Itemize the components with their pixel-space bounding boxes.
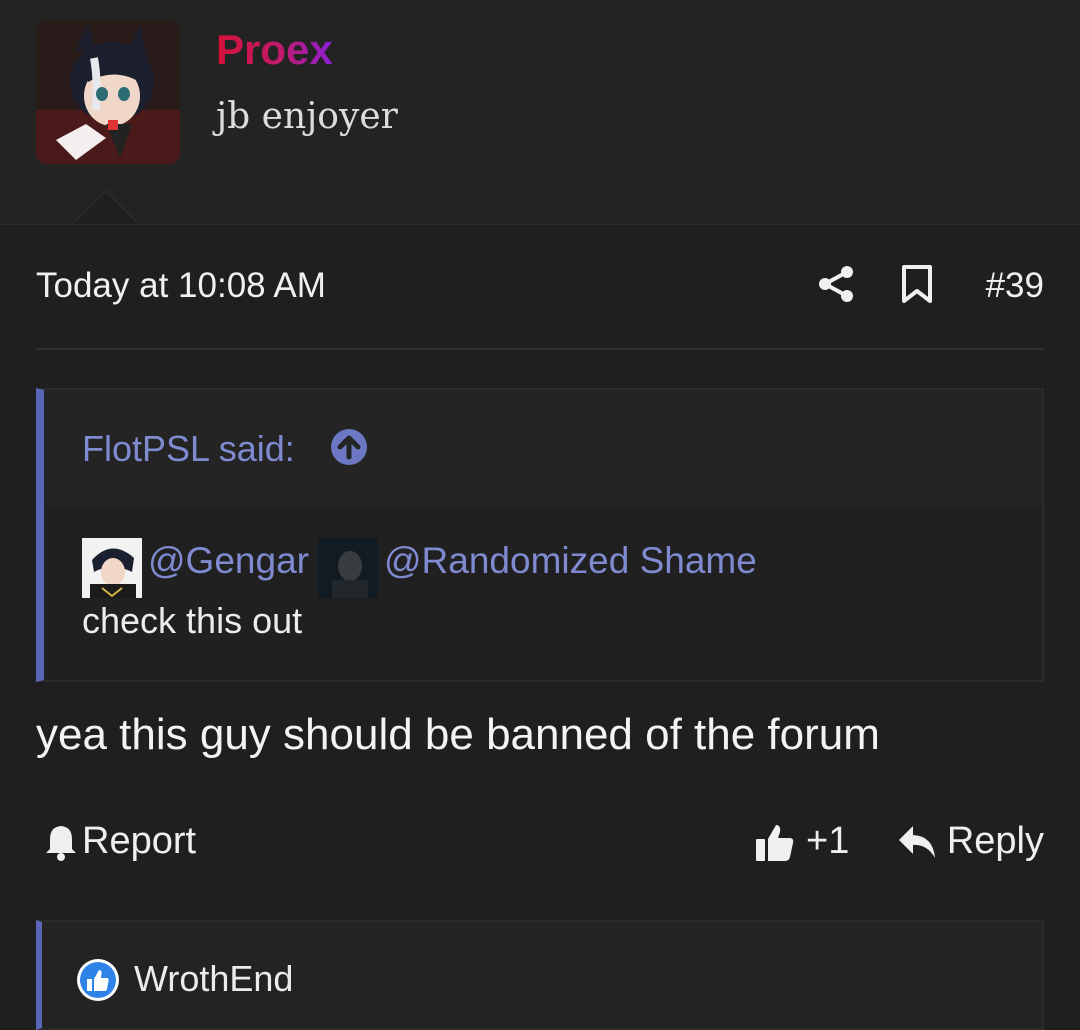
bookmark-icon[interactable] (900, 264, 934, 304)
mention-link[interactable]: @Gengar (148, 540, 309, 582)
quote-block: FlotPSL said: @Gengar @Randomized Shame (36, 388, 1044, 682)
reply-arrow-icon (898, 825, 935, 858)
like-button[interactable]: +1 (754, 820, 849, 863)
user-header: Proex jb enjoyer (0, 0, 1080, 225)
quote-body: @Gengar @Randomized Shame check this out (44, 506, 1042, 680)
mention-avatar[interactable] (318, 538, 378, 598)
reactions-bar[interactable]: WrothEnd (36, 920, 1044, 1030)
post-actions: Report +1 Reply (36, 818, 1044, 870)
like-count: +1 (806, 820, 850, 862)
post-number[interactable]: #39 (986, 266, 1044, 306)
user-title: jb enjoyer (216, 96, 398, 137)
divider (36, 348, 1044, 350)
quote-author[interactable]: FlotPSL said: (82, 428, 295, 470)
quote-text: check this out (82, 600, 303, 641)
thumbs-up-icon (756, 824, 794, 861)
reaction-user[interactable]: WrothEnd (134, 958, 293, 1000)
share-icon[interactable] (816, 264, 856, 304)
reply-label: Reply (946, 820, 1044, 862)
post-date[interactable]: Today at 10:08 AM (36, 266, 326, 306)
report-label: Report (82, 820, 197, 862)
like-badge-icon (77, 959, 119, 1001)
bell-icon (46, 825, 76, 861)
arrow-up-circle-icon[interactable] (330, 428, 368, 466)
mention-link[interactable]: @Randomized Shame (384, 540, 757, 582)
post-meta: Today at 10:08 AM #39 (36, 262, 1044, 310)
username[interactable]: Proex (216, 26, 333, 74)
user-avatar[interactable] (36, 20, 180, 164)
post-body: yea this guy should be banned of the for… (36, 710, 880, 759)
quote-header[interactable]: FlotPSL said: (44, 390, 1042, 508)
report-button[interactable]: Report (44, 820, 196, 863)
mention-avatar[interactable] (82, 538, 142, 598)
reply-button[interactable]: Reply (897, 820, 1044, 863)
header-notch (74, 192, 138, 224)
